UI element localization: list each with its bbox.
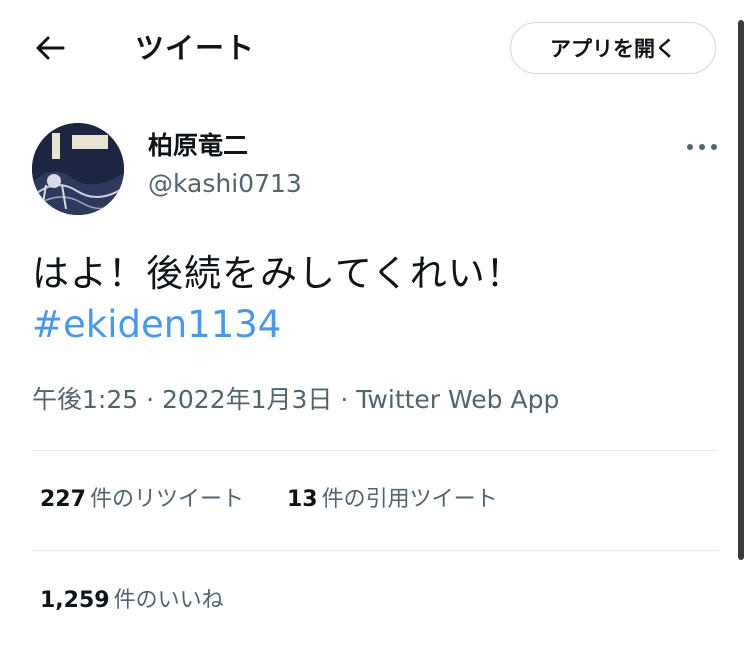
display-name[interactable]: 柏原竜二	[148, 130, 248, 162]
more-options-button[interactable]	[682, 132, 722, 162]
tweet-date[interactable]: 2022年1月3日	[162, 385, 332, 414]
quotes-label: 件の引用ツイート	[321, 487, 498, 512]
tweet-source[interactable]: Twitter Web App	[356, 385, 559, 414]
open-app-button[interactable]: アプリを開く	[510, 22, 716, 74]
meta-separator: ·	[146, 385, 155, 414]
likes-stat[interactable]: 1,259 件のいいね	[40, 585, 224, 617]
likes-count: 1,259	[40, 588, 110, 613]
engagement-stats: 227 件のリツイート 13 件の引用ツイート	[40, 484, 498, 516]
hashtag-link[interactable]: #ekiden1134	[32, 300, 281, 350]
page-title: ツイート	[135, 31, 256, 65]
likes-label: 件のいいね	[113, 588, 224, 613]
top-bar: ツイート アプリを開く	[0, 0, 750, 96]
retweets-label: 件のリツイート	[89, 487, 244, 512]
username[interactable]: @kashi0713	[148, 168, 302, 200]
more-horizontal-icon	[687, 144, 717, 150]
tweet-text: はよ！後続をみしてくれい！	[32, 252, 524, 295]
profile-avatar-image	[32, 123, 124, 215]
back-button[interactable]	[30, 28, 70, 68]
quotes-stat[interactable]: 13 件の引用ツイート	[287, 484, 498, 516]
retweets-stat[interactable]: 227 件のリツイート	[40, 484, 244, 516]
avatar[interactable]	[32, 123, 124, 215]
divider	[32, 550, 718, 551]
meta-separator: ·	[340, 385, 349, 414]
arrow-left-icon	[36, 36, 65, 60]
scrollbar[interactable]	[738, 20, 744, 560]
divider	[32, 450, 718, 451]
tweet-metadata: 午後1:25 · 2022年1月3日 · Twitter Web App	[32, 383, 559, 417]
quotes-count: 13	[286, 487, 318, 512]
tweet-time[interactable]: 午後1:25	[32, 385, 138, 414]
retweets-count: 227	[40, 487, 86, 512]
